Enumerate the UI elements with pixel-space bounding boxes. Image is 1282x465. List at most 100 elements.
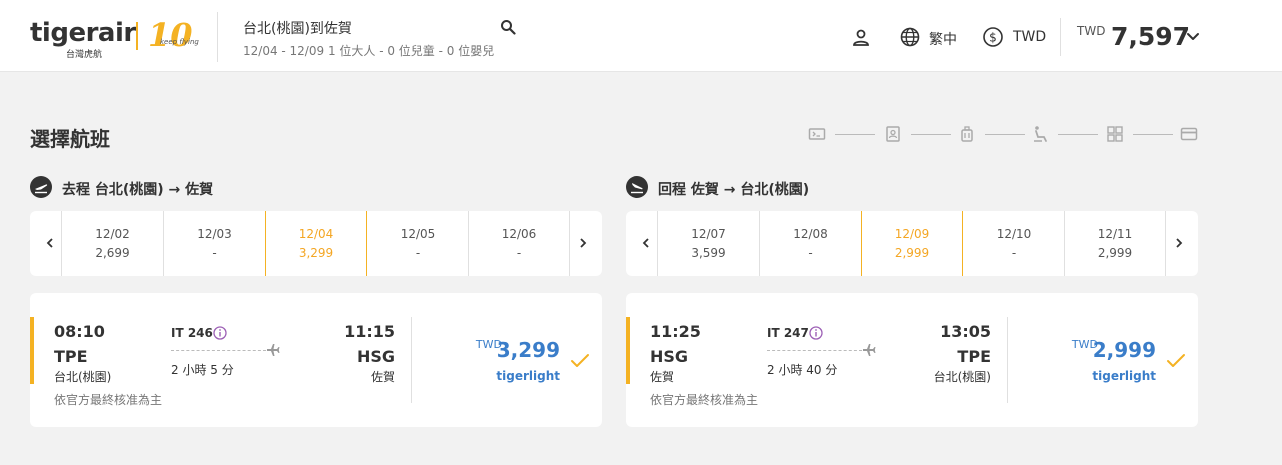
total-currency: TWD [1077,24,1106,38]
header-divider [217,12,218,62]
date-option-price: - [516,246,522,260]
header-divider-2 [1060,18,1061,56]
departure-city: 台北(桃園) [54,370,112,384]
route-line [171,350,266,351]
date-option-date: 12/06 [501,227,537,241]
check-icon [571,354,589,367]
date-option[interactable]: 12/03 - [163,211,265,276]
outbound-date-selector: 12/02 2,699 12/03 - 12/04 3,299 12/05 - … [30,211,602,276]
info-icon[interactable] [809,326,823,340]
date-option[interactable]: 12/02 2,699 [61,211,163,276]
step-connector [985,134,1025,135]
chevron-left-icon [46,238,53,248]
plane-icon [267,344,280,356]
date-option-date: 12/04 [298,227,334,241]
currency-selector[interactable]: TWD [1013,29,1046,45]
date-option-price: 2,999 [894,246,930,260]
official-approval-note: 依官方最終核准為主 [650,393,759,407]
inbound-flight-card[interactable]: 11:25 HSG 佐賀 IT 247 2 小時 40 分 13:05 TPE … [626,293,1198,427]
arrival-code: HSG [356,347,395,366]
arrival-time: 13:05 [940,322,991,341]
seat-icon [1034,126,1047,142]
selected-indicator [626,317,630,384]
arrival-code: TPE [957,347,991,366]
date-option-date: 12/05 [400,227,436,241]
route-line [767,350,862,351]
departure-code: TPE [54,347,88,366]
flight-duration: 2 小時 40 分 [767,363,838,377]
date-option-price: 2,999 [1097,246,1133,260]
inbound-route-label: 回程 佐賀 → 台北(桃園) [658,182,810,198]
date-option-price: - [415,246,421,260]
flight-number: IT 246 [171,326,213,340]
departure-city: 佐賀 [650,370,675,384]
boarding-pass-icon [808,128,826,140]
logo-tagline: keep flying [160,38,199,46]
date-option-date: 12/09 [894,227,930,241]
date-option-price: - [808,246,813,260]
date-option-price: 3,299 [298,246,334,260]
date-option-date: 12/07 [691,227,726,241]
fare-type: tigerlight [496,369,560,383]
chevron-down-icon[interactable] [1186,30,1200,44]
fare-amount: 2,999 [1092,338,1156,362]
departure-time: 08:10 [54,322,105,341]
step-connector [1133,134,1173,135]
chevron-right-icon [1176,238,1183,248]
date-option-price: - [212,246,217,260]
departure-time: 11:25 [650,322,701,341]
date-option-date: 12/11 [1097,227,1133,241]
search-route-title[interactable]: 台北(桃園)到佐賀 [243,18,352,38]
booking-steps [808,125,1200,145]
outbound-route-label: 去程 台北(桃園) → 佐賀 [62,182,214,198]
top-header: tigerair 台灣虎航 10 keep flying 台北(桃園)到佐賀 1… [0,0,1282,72]
arrival-city: 佐賀 [370,370,395,384]
date-option[interactable]: 12/11 2,999 [1064,211,1166,276]
step-connector [1058,134,1098,135]
date-option[interactable]: 12/07 3,599 [657,211,759,276]
fare-type: tigerlight [1092,369,1156,383]
official-approval-note: 依官方最終核准為主 [54,393,163,407]
date-option[interactable]: 12/05 - [367,211,469,276]
tigerair-logo[interactable]: tigerair 台灣虎航 10 keep flying [30,16,200,60]
language-selector[interactable]: 繁中 [929,29,957,49]
card-divider [1007,317,1008,403]
date-option-date: 12/08 [793,227,828,241]
fare-amount: 3,299 [496,338,560,362]
date-option[interactable]: 12/08 - [759,211,861,276]
date-option-selected[interactable]: 12/09 2,999 [861,211,963,276]
svg-text:$: $ [989,31,997,45]
departure-plane-icon [30,176,52,198]
next-date-button[interactable] [575,234,591,252]
next-date-button[interactable] [1171,234,1187,252]
date-option[interactable]: 12/06 - [468,211,570,276]
total-amount[interactable]: 7,597 [1111,22,1190,51]
flight-number: IT 247 [767,326,809,340]
step-connector [911,134,951,135]
search-icon[interactable] [500,19,516,35]
date-option-selected[interactable]: 12/04 3,299 [265,211,367,276]
arrival-plane-icon [626,176,648,198]
outbound-flight-card[interactable]: 08:10 TPE 台北(桃園) IT 246 2 小時 5 分 11:15 H… [30,293,602,427]
card-divider [411,317,412,403]
inbound-date-selector: 12/07 3,599 12/08 - 12/09 2,999 12/10 - … [626,211,1198,276]
logo-anniversary-badge: 10 [148,16,193,54]
dollar-icon[interactable]: $ [982,26,1004,48]
prev-date-button[interactable] [638,234,654,252]
chevron-left-icon [642,238,649,248]
info-icon[interactable] [213,326,227,340]
date-option-price: 3,599 [691,246,726,260]
plane-icon [863,344,876,356]
step-connector [835,134,875,135]
date-option-price: - [1011,246,1017,260]
globe-icon[interactable] [899,26,921,48]
date-option[interactable]: 12/10 - [963,211,1065,276]
prev-date-button[interactable] [42,234,58,252]
check-icon [1167,354,1185,367]
logo-wordmark: tigerair [30,18,136,48]
page-title: 選擇航班 [30,127,110,151]
date-option-price: 2,699 [95,246,130,260]
search-summary[interactable]: 12/04 - 12/09 1 位大人 - 0 位兒童 - 0 位嬰兒 [243,42,494,59]
user-icon[interactable] [850,27,872,49]
date-option-date: 12/10 [996,227,1032,241]
